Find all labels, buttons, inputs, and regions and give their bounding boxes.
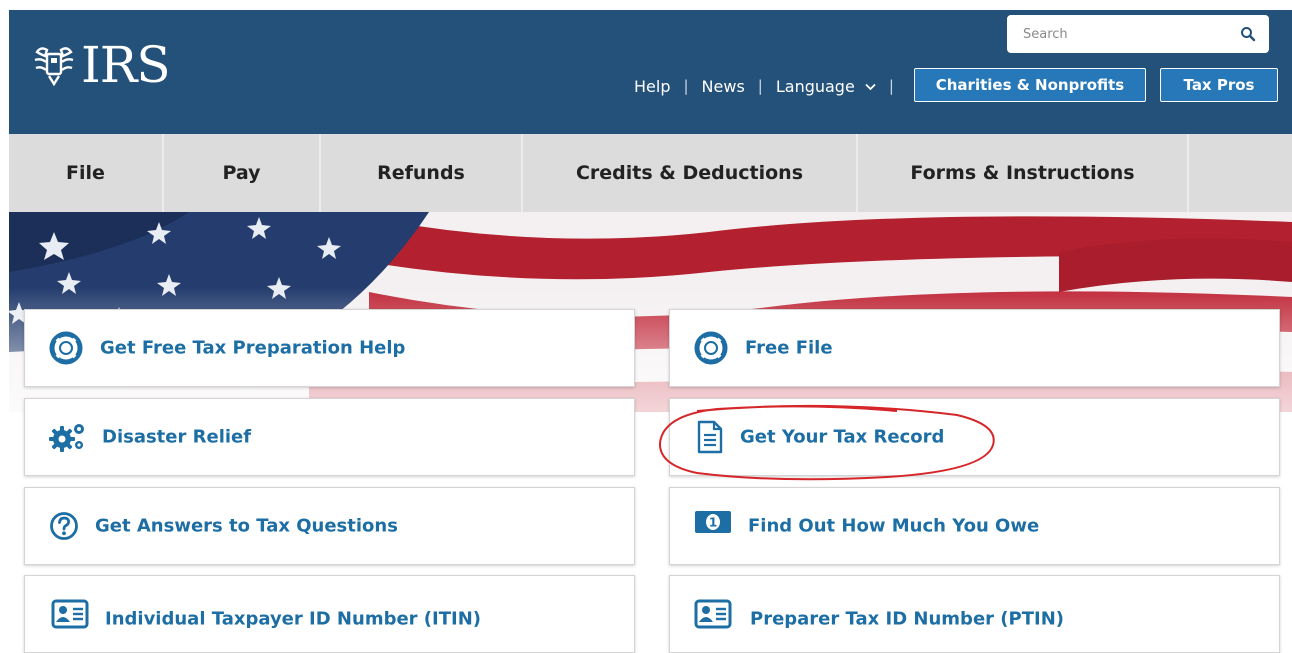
logo-text: IRS [81,36,171,94]
news-link[interactable]: News [702,77,745,96]
card-free-file[interactable]: Free File [669,309,1280,387]
money-icon: 1 [695,511,731,533]
utility-links: Help | News | Language | [634,74,907,98]
card-ptin[interactable]: Preparer Tax ID Number (PTIN) [669,575,1280,653]
lifebuoy-icon [49,331,83,365]
card-get-answers[interactable]: Get Answers to Tax Questions [24,487,635,565]
card-label: Preparer Tax ID Number (PTIN) [750,608,1064,630]
eagle-emblem-icon [34,47,74,87]
link-separator: | [888,77,894,95]
nav-item-credits-deductions[interactable]: Credits & Deductions [523,134,858,212]
card-get-tax-record[interactable]: Get Your Tax Record [669,398,1280,476]
svg-text:1: 1 [709,516,717,530]
search-icon[interactable] [1240,26,1256,42]
card-label: Individual Taxpayer ID Number (ITIN) [105,608,481,630]
lifebuoy-icon [694,331,728,365]
nav-item-refunds[interactable]: Refunds [321,134,523,212]
tax-pros-button[interactable]: Tax Pros [1160,68,1278,102]
help-link[interactable]: Help [634,77,670,96]
main-nav: File Pay Refunds Credits & Deductions Fo… [9,134,1292,212]
irs-logo[interactable]: IRS [31,36,171,94]
search-input[interactable] [1007,15,1269,53]
card-label: Get Free Tax Preparation Help [100,337,406,359]
question-circle-icon [50,512,78,540]
card-disaster-relief[interactable]: Disaster Relief [24,398,635,476]
card-itin[interactable]: Individual Taxpayer ID Number (ITIN) [24,575,635,653]
card-label: Free File [745,337,833,359]
id-card-icon [51,599,89,629]
language-label: Language [775,76,855,96]
id-card-icon [694,599,732,629]
nav-item-file[interactable]: File [9,134,164,212]
charities-nonprofits-button[interactable]: Charities & Nonprofits [914,68,1146,102]
link-separator: | [683,77,689,95]
card-label: Get Your Tax Record [740,426,945,448]
card-free-tax-prep-help[interactable]: Get Free Tax Preparation Help [24,309,635,387]
nav-item-forms-instructions[interactable]: Forms & Instructions [858,134,1189,212]
card-how-much-you-owe[interactable]: 1 Find Out How Much You Owe [669,487,1280,565]
language-dropdown[interactable]: Language [776,77,876,96]
card-label: Disaster Relief [102,426,252,448]
gears-icon [49,424,84,452]
link-separator: | [757,77,763,95]
chevron-down-icon [865,83,876,91]
document-icon [697,420,723,454]
nav-item-pay[interactable]: Pay [164,134,321,212]
card-label: Get Answers to Tax Questions [95,515,398,537]
card-label: Find Out How Much You Owe [748,515,1040,537]
